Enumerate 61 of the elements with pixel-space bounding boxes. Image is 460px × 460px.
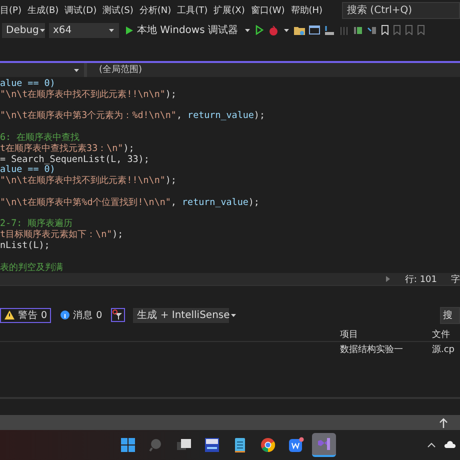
- configuration-dropdown[interactable]: Debug: [2, 22, 45, 38]
- code-line: 2-7: 顺序表遍历: [0, 219, 73, 230]
- scroll-right-icon[interactable]: [384, 275, 391, 283]
- app-icon: [204, 437, 220, 453]
- chevron-up-icon[interactable]: [427, 442, 436, 448]
- platform-dropdown[interactable]: x64: [49, 22, 119, 38]
- code-line: "\n\t在顺序表中第3个元素为：%d!\n\n", return_value);: [0, 111, 265, 122]
- caret-icon: [38, 26, 46, 34]
- line-number: 行: 101: [404, 274, 437, 286]
- caret-icon: [230, 312, 237, 318]
- menu-item[interactable]: 生成(B): [27, 4, 59, 16]
- code-line: "\n\t在顺序表中第%d个位置找到!\n\n", return_value);: [0, 198, 260, 209]
- code-line: t在顺序表中查找元素33：\n");: [0, 144, 134, 155]
- code-line: t目标顺序表元素如下：\n");: [0, 230, 124, 241]
- search-icon: [148, 437, 164, 453]
- code-line: nList(L);: [0, 240, 50, 252]
- column-header[interactable]: 项目: [340, 328, 432, 340]
- window-icon[interactable]: [309, 24, 320, 36]
- warning-filter[interactable]: 警告 0: [0, 308, 52, 322]
- app-icon: [316, 436, 332, 452]
- caret-icon: [108, 26, 115, 34]
- app-icon: [232, 437, 248, 453]
- play-icon: [125, 26, 133, 34]
- filter-icon[interactable]: [111, 308, 126, 322]
- menu-item[interactable]: 帮助(H): [290, 4, 323, 16]
- run-button[interactable]: 本地 Windows 调试器: [123, 23, 240, 37]
- menu-item[interactable]: 窗口(W): [250, 4, 285, 16]
- up-arrow-icon[interactable]: [439, 418, 448, 428]
- code-line: alue == 0): [0, 165, 56, 176]
- app-icon: [288, 437, 304, 453]
- caret-icon: [73, 66, 80, 74]
- code-line: "\n\t在顺序表中找不到此元素!!\n\n");: [0, 176, 176, 187]
- warning-icon: [4, 310, 15, 320]
- code-line: 6: 在顺序表中查找: [0, 132, 80, 144]
- menu-item[interactable]: 目(P): [0, 4, 22, 16]
- code-line: alue == 0): [0, 79, 56, 90]
- folder-icon[interactable]: [294, 24, 305, 36]
- app-icon: [176, 437, 192, 453]
- scope-dropdown[interactable]: (全局范围): [87, 63, 142, 77]
- menu-item[interactable]: 工具(T): [177, 4, 208, 16]
- code-line: "\n\t在顺序表中找不到此元素!!\n\n");: [0, 90, 176, 101]
- code-line: 表的判空及判满: [0, 262, 63, 273]
- app-icon: [260, 437, 276, 453]
- table-cell-text: 数据结构实验一: [340, 344, 404, 356]
- menu-item[interactable]: 调试(D): [64, 4, 97, 16]
- menu-item[interactable]: 测试(S): [102, 4, 134, 16]
- code-line: = Search_SequenList(L, 33);: [0, 154, 150, 165]
- search-field[interactable]: 搜索 (Ctrl+Q): [342, 2, 460, 18]
- cloud-icon[interactable]: [444, 441, 456, 449]
- windows-logo-icon: [120, 437, 136, 453]
- info-icon: [60, 310, 70, 320]
- play-outline-icon[interactable]: [255, 25, 264, 35]
- message-filter[interactable]: 消息 0: [56, 308, 106, 322]
- menu-item[interactable]: 分析(N): [139, 4, 172, 16]
- caret-icon[interactable]: [244, 26, 251, 34]
- table-cell-text: 源.cp: [432, 344, 455, 356]
- search-field[interactable]: 搜: [440, 306, 460, 324]
- column-label: 字: [451, 274, 460, 286]
- menu-item[interactable]: 扩展(X): [214, 4, 245, 16]
- column-header[interactable]: 文件: [432, 328, 450, 340]
- caret-icon[interactable]: [283, 26, 290, 34]
